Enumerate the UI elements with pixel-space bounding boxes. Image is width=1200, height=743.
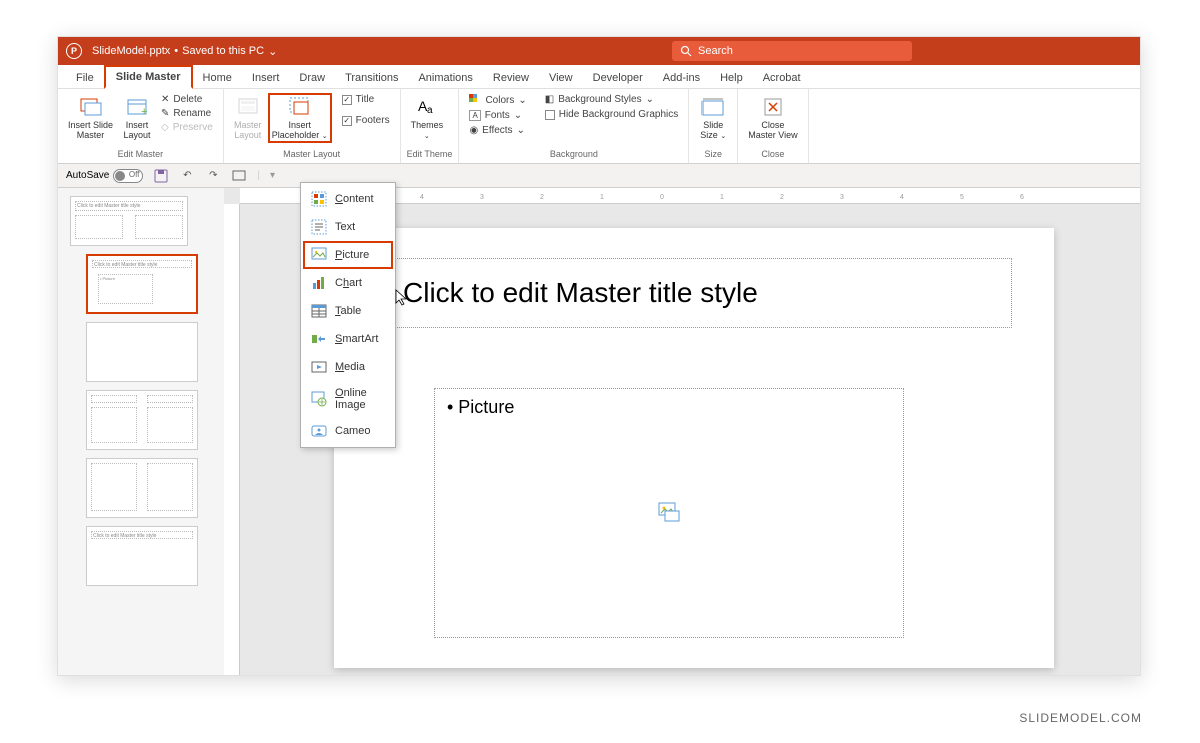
dropdown-picture[interactable]: Picture [303, 241, 393, 269]
master-layout-button: Master Layout [230, 93, 266, 143]
group-edit-theme: Aa Themes⌄ Edit Theme [401, 89, 460, 163]
search-input[interactable]: Search [672, 41, 912, 61]
tab-addins[interactable]: Add-ins [653, 68, 710, 88]
tab-home[interactable]: Home [193, 68, 242, 88]
cameo-icon [311, 423, 327, 439]
close-master-button[interactable]: Close Master View [744, 93, 801, 143]
slide[interactable]: Click to edit Master title style • Pictu… [334, 228, 1054, 668]
insert-placeholder-button[interactable]: Insert Placeholder ⌄ [268, 93, 332, 143]
themes-button[interactable]: Aa Themes⌄ [407, 93, 448, 143]
vertical-ruler [224, 204, 240, 675]
layout-thumbnail-5[interactable]: Click to edit Master title style [86, 526, 198, 586]
tab-file[interactable]: File [66, 68, 104, 88]
dropdown-chart[interactable]: Chart [301, 269, 395, 297]
tab-animations[interactable]: Animations [408, 68, 482, 88]
footers-checkbox[interactable]: ✓Footers [338, 114, 394, 127]
rename-icon: ✎ [161, 108, 169, 119]
master-thumbnail[interactable]: Click to edit Master title style [70, 196, 188, 246]
thumbnail-panel[interactable]: Click to edit Master title style Click t… [58, 188, 224, 675]
app-window: P SlideModel.pptx • Saved to this PC ⌄ S… [57, 36, 1141, 676]
tab-draw[interactable]: Draw [289, 68, 335, 88]
placeholder-icon [288, 95, 312, 119]
themes-icon: Aa [415, 95, 439, 119]
search-icon [680, 45, 692, 57]
layout-thumbnail-2[interactable] [86, 322, 198, 382]
tab-insert[interactable]: Insert [242, 68, 290, 88]
filename: SlideModel.pptx [92, 45, 170, 57]
layout-thumbnail-1[interactable]: Click to edit Master title style • Pictu… [86, 254, 198, 314]
insert-layout-icon: + [125, 95, 149, 119]
close-icon [761, 95, 785, 119]
preserve-button[interactable]: ◇Preserve [157, 121, 217, 134]
slide-size-icon [701, 95, 725, 119]
insert-placeholder-dropdown: Content Text Picture Chart Table SmartAr… [300, 182, 396, 448]
dropdown-online-image[interactable]: Online Image [301, 381, 395, 417]
titlebar: P SlideModel.pptx • Saved to this PC ⌄ S… [58, 37, 1140, 65]
picture-icon [657, 501, 681, 525]
layout-thumbnail-3[interactable] [86, 390, 198, 450]
bg-styles-button[interactable]: ◧Background Styles ⌄ [541, 93, 683, 106]
group-size: Slide Size ⌄ Size [689, 89, 738, 163]
group-edit-master: Insert Slide Master + Insert Layout ✕Del… [58, 89, 224, 163]
tab-review[interactable]: Review [483, 68, 539, 88]
colors-button[interactable]: Colors ⌄ [465, 93, 530, 107]
powerpoint-icon: P [66, 43, 82, 59]
effects-button[interactable]: ◉Effects ⌄ [465, 124, 530, 137]
smartart-icon [311, 331, 327, 347]
group-close: Close Master View Close [738, 89, 808, 163]
table-icon [311, 303, 327, 319]
tab-developer[interactable]: Developer [583, 68, 653, 88]
dropdown-content[interactable]: Content [301, 185, 395, 213]
group-master-layout: Master Layout Insert Placeholder ⌄ ✓Titl… [224, 89, 401, 163]
insert-layout-button[interactable]: + Insert Layout [119, 93, 155, 143]
insert-slide-master-button[interactable]: Insert Slide Master [64, 93, 117, 143]
watermark: SLIDEMODEL.COM [1019, 711, 1142, 725]
tab-acrobat[interactable]: Acrobat [753, 68, 811, 88]
dropdown-cameo[interactable]: Cameo [301, 417, 395, 445]
tab-slide-master[interactable]: Slide Master [104, 65, 193, 89]
quick-access-toolbar: AutoSave ↶ ↷ | ▾ [58, 164, 1140, 188]
media-icon [311, 359, 327, 375]
cursor-icon [395, 289, 409, 307]
redo-icon[interactable]: ↷ [205, 168, 221, 184]
svg-text:+: + [141, 106, 147, 118]
delete-icon: ✕ [161, 94, 169, 105]
save-icon[interactable] [153, 168, 169, 184]
dropdown-smartart[interactable]: SmartArt [301, 325, 395, 353]
text-icon [311, 219, 327, 235]
preserve-icon: ◇ [161, 122, 169, 133]
dropdown-media[interactable]: Media [301, 353, 395, 381]
picture-icon [311, 247, 327, 263]
fonts-button[interactable]: AFonts ⌄ [465, 109, 530, 122]
dropdown-table[interactable]: Table [301, 297, 395, 325]
dropdown-text[interactable]: Text [301, 213, 395, 241]
title-placeholder[interactable]: Click to edit Master title style [392, 258, 1012, 328]
save-status: Saved to this PC [182, 45, 264, 57]
from-beginning-icon[interactable] [231, 168, 247, 184]
group-background: Colors ⌄ AFonts ⌄ ◉Effects ⌄ ◧Background… [459, 89, 689, 163]
ribbon-tabs: File Slide Master Home Insert Draw Trans… [58, 65, 1140, 89]
tab-help[interactable]: Help [710, 68, 753, 88]
picture-placeholder[interactable]: • Picture [434, 388, 904, 638]
content-icon [311, 191, 327, 207]
rename-button[interactable]: ✎Rename [157, 107, 217, 120]
layout-thumbnail-4[interactable] [86, 458, 198, 518]
slide-size-button[interactable]: Slide Size ⌄ [695, 93, 731, 143]
online-image-icon [311, 391, 327, 407]
title-checkbox[interactable]: ✓Title [338, 93, 394, 106]
hide-bg-checkbox[interactable]: Hide Background Graphics [541, 108, 683, 121]
svg-text:a: a [427, 105, 433, 116]
delete-button[interactable]: ✕Delete [157, 93, 217, 106]
chart-icon [311, 275, 327, 291]
autosave-toggle[interactable]: AutoSave [66, 169, 143, 183]
slide-master-icon [79, 95, 103, 119]
tab-transitions[interactable]: Transitions [335, 68, 408, 88]
ribbon: Insert Slide Master + Insert Layout ✕Del… [58, 89, 1140, 164]
undo-icon[interactable]: ↶ [179, 168, 195, 184]
workspace: Click to edit Master title style Click t… [58, 188, 1140, 675]
tab-view[interactable]: View [539, 68, 583, 88]
